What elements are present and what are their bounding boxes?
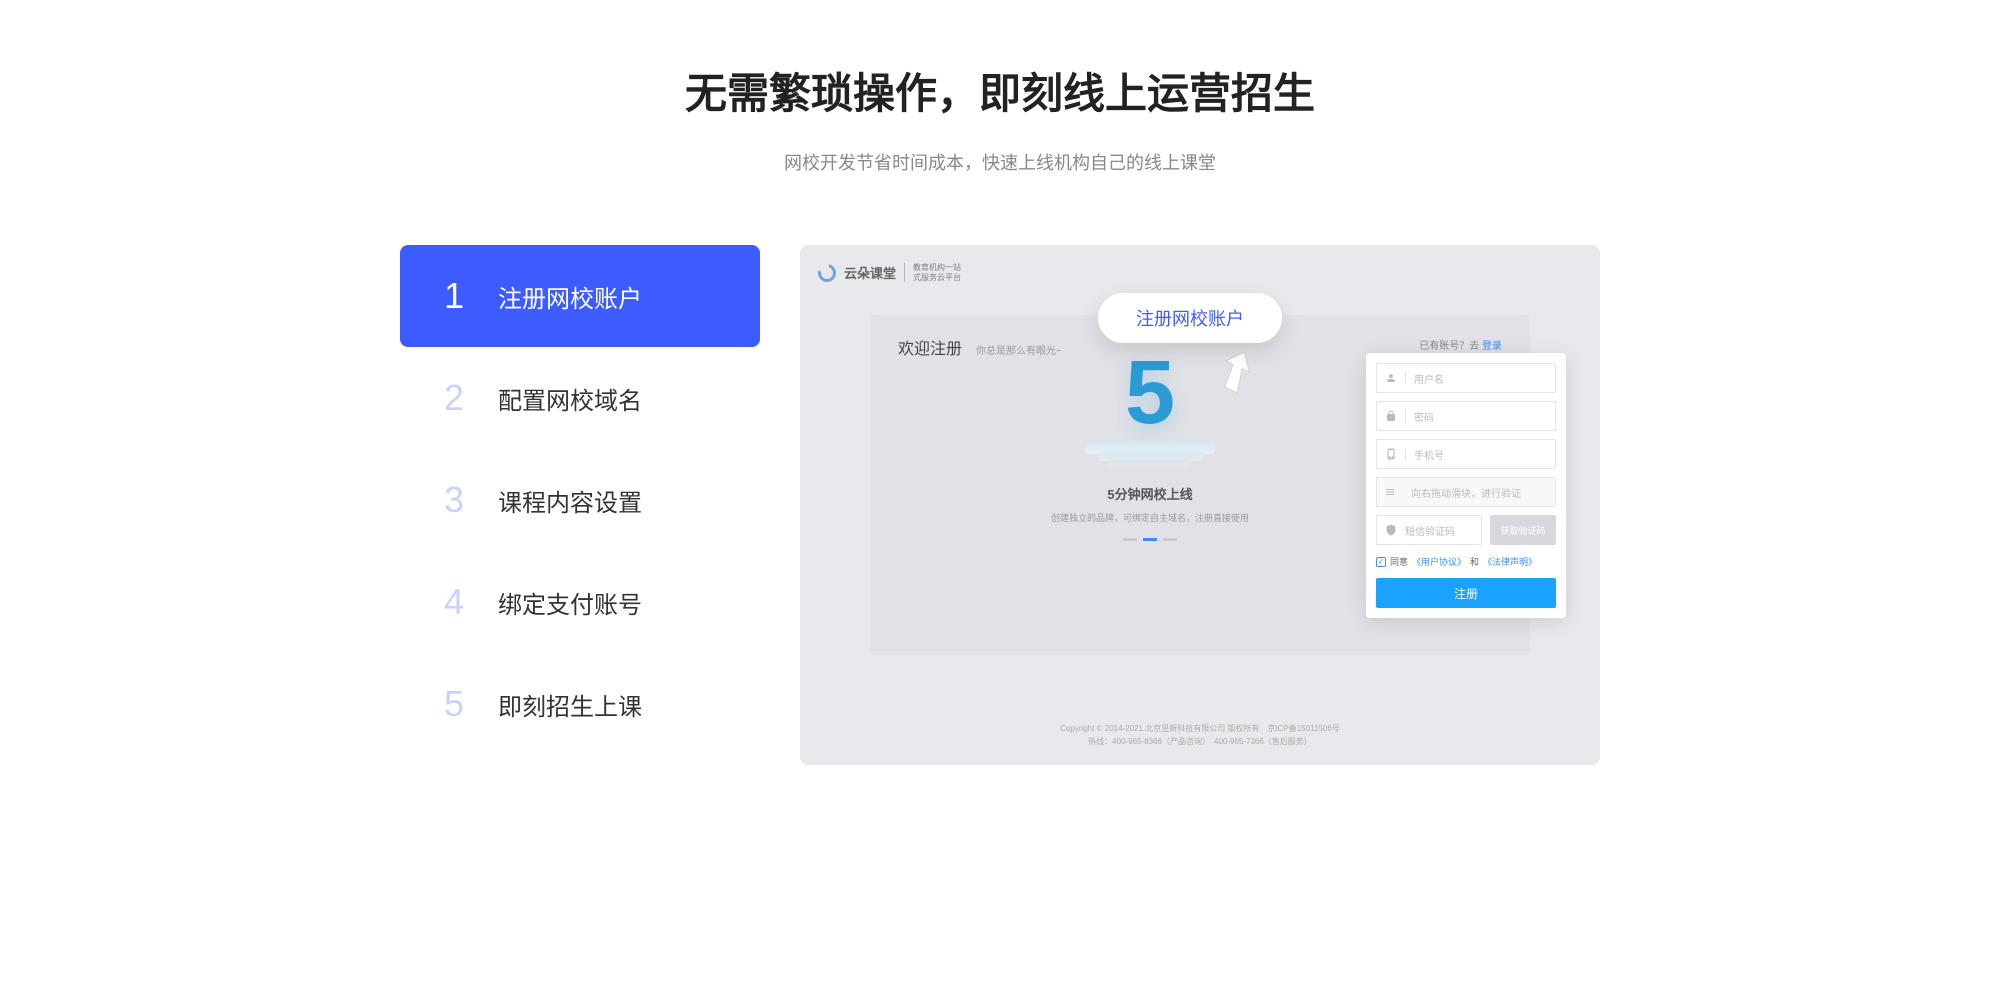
step-2[interactable]: 2 配置网校域名 — [400, 347, 760, 449]
step-3[interactable]: 3 课程内容设置 — [400, 449, 760, 551]
slider-text: 向右拖动滑块，进行验证 — [1411, 485, 1521, 500]
step-number: 3 — [440, 479, 468, 521]
step-number: 1 — [440, 275, 468, 317]
phone-input[interactable]: 手机号 — [1376, 439, 1556, 469]
step-label: 课程内容设置 — [498, 483, 642, 518]
sms-code-input[interactable]: 短信验证码 — [1376, 515, 1482, 545]
step-4[interactable]: 4 绑定支付账号 — [400, 551, 760, 653]
lock-icon — [1385, 410, 1397, 422]
preview-footer: Copyright © 2014-2021.北京昱新科技有限公司 版权所有 京I… — [800, 722, 1600, 749]
agreement-row: ✓ 同意 《用户协议》 和 《法律声明》 — [1376, 555, 1556, 568]
placeholder: 手机号 — [1414, 447, 1444, 462]
slider-icon — [1384, 486, 1396, 498]
placeholder: 用户名 — [1414, 371, 1444, 386]
carousel-indicator — [1123, 538, 1177, 541]
step-number: 5 — [440, 683, 468, 725]
big-number-icon: 5 — [1125, 355, 1175, 432]
user-icon — [1385, 372, 1397, 384]
register-button[interactable]: 注册 — [1376, 578, 1556, 608]
step-1[interactable]: 1 注册网校账户 — [400, 245, 760, 347]
step-label: 配置网校域名 — [498, 381, 642, 416]
welcome-subtitle: 你总是那么有眼光~ — [976, 342, 1062, 357]
illustration-subtitle: 创建独立的品牌，可绑定自主域名，注册直接使用 — [1051, 511, 1249, 524]
legal-statement-link[interactable]: 《法律声明》 — [1483, 555, 1537, 568]
preview-logo: 云朵课堂 教育机构一站 式服务云平台 — [818, 263, 961, 282]
registration-form: 用户名 密码 手机号 向右拖动滑块，进行验证 — [1366, 353, 1566, 618]
placeholder: 短信验证码 — [1405, 523, 1455, 538]
user-agreement-link[interactable]: 《用户协议》 — [1412, 555, 1466, 568]
step-label: 注册网校账户 — [498, 279, 642, 314]
phone-icon — [1385, 448, 1397, 460]
floating-tip-bubble: 注册网校账户 — [1098, 293, 1282, 343]
get-code-button[interactable]: 获取验证码 — [1490, 515, 1556, 545]
logo-text: 云朵课堂 — [844, 263, 905, 282]
agreement-checkbox[interactable]: ✓ — [1376, 557, 1386, 567]
step-label: 即刻招生上课 — [498, 687, 642, 722]
placeholder: 密码 — [1414, 409, 1434, 424]
cloud-logo-icon — [815, 260, 840, 285]
login-link[interactable]: 登录 — [1482, 341, 1502, 352]
step-label: 绑定支付账号 — [498, 585, 642, 620]
step-number: 2 — [440, 377, 468, 419]
page-subtitle: 网校开发节省时间成本，快速上线机构自己的线上课堂 — [0, 149, 2000, 175]
password-input[interactable]: 密码 — [1376, 401, 1556, 431]
step-5[interactable]: 5 即刻招生上课 — [400, 653, 760, 755]
preview-panel: 云朵课堂 教育机构一站 式服务云平台 欢迎注册 你总是那么有眼光~ 已有账号？去… — [800, 245, 1600, 765]
steps-list: 1 注册网校账户 2 配置网校域名 3 课程内容设置 4 绑定支付账号 5 即刻… — [400, 245, 760, 765]
shield-icon — [1385, 524, 1397, 536]
illustration-title: 5分钟网校上线 — [1107, 484, 1192, 503]
logo-tagline: 式服务云平台 — [913, 273, 961, 283]
step-number: 4 — [440, 581, 468, 623]
welcome-title: 欢迎注册 — [898, 335, 962, 359]
login-hint: 已有账号？去 登录 — [1419, 337, 1502, 352]
logo-tagline: 教育机构一站 — [913, 263, 961, 273]
slider-captcha[interactable]: 向右拖动滑块，进行验证 — [1376, 477, 1556, 507]
page-title: 无需繁琐操作，即刻线上运营招生 — [0, 60, 2000, 121]
username-input[interactable]: 用户名 — [1376, 363, 1556, 393]
